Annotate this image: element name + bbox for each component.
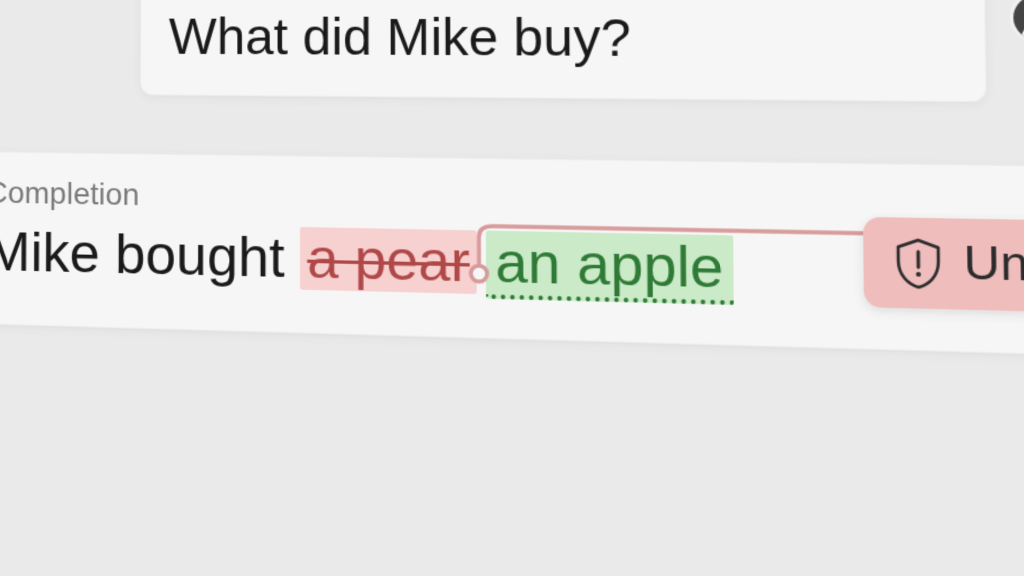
ungroundedness-badge[interactable]: Ungroundedness — [863, 217, 1024, 322]
completion-prefix: Mike bought — [0, 221, 300, 290]
prompt-card: Prompt What did Mike buy? — [140, 0, 987, 102]
badge-label: Ungroundedness — [963, 238, 1024, 301]
canvas: Prompt What did Mike buy? Completion Mik… — [0, 0, 1024, 576]
prompt-text: What did Mike buy? — [169, 7, 954, 72]
corrected-text[interactable]: an apple — [486, 231, 734, 305]
struck-text[interactable]: a pear — [300, 227, 476, 294]
shield-warning-icon — [893, 237, 944, 290]
user-avatar-icon — [1013, 0, 1024, 40]
